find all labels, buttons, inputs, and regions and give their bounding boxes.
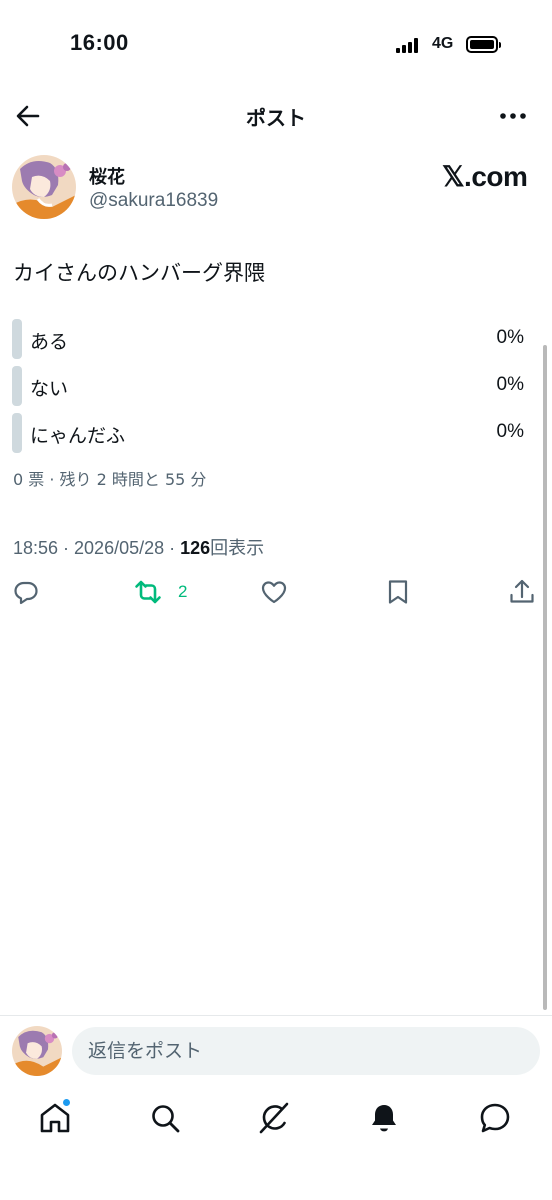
poll-option-label: ない: [30, 378, 69, 400]
reply-icon: [14, 581, 38, 605]
status-bar: 16:00 4G: [0, 0, 552, 90]
battery-icon: [466, 36, 501, 53]
retweet-icon: [135, 580, 161, 604]
views-count: 126: [180, 538, 211, 558]
messages-icon: [480, 1103, 510, 1133]
poll-option-percent: 0%: [496, 421, 524, 442]
reply-button[interactable]: [12, 578, 40, 608]
author-handle[interactable]: @sakura16839: [89, 190, 218, 212]
grok-icon: [259, 1102, 289, 1134]
top-bar: ポスト: [0, 96, 552, 136]
more-icon[interactable]: [496, 100, 530, 132]
page-title: ポスト: [246, 106, 306, 130]
poll-bar: [12, 413, 22, 453]
share-icon: [510, 579, 534, 603]
like-button[interactable]: [260, 578, 288, 608]
author-avatar[interactable]: [12, 155, 76, 219]
status-time: 16:00: [70, 30, 129, 55]
nav-notifications[interactable]: [366, 1100, 402, 1136]
brand-logo: 𝕏.com: [442, 161, 528, 192]
nav-search[interactable]: [147, 1100, 183, 1136]
poll-option-label: ある: [30, 331, 69, 353]
author-display-name[interactable]: 桜花: [89, 163, 125, 189]
poll-option[interactable]: ある 0%: [12, 319, 524, 359]
poll-option-label: にゃんだふ: [30, 425, 126, 447]
reply-input[interactable]: [72, 1027, 540, 1075]
back-arrow-icon[interactable]: [12, 100, 44, 132]
scrollbar[interactable]: [543, 345, 547, 1010]
my-avatar[interactable]: [12, 1026, 62, 1076]
bookmark-icon: [388, 580, 408, 604]
home-notification-dot: [62, 1098, 71, 1107]
views-label: 回表示: [210, 538, 265, 558]
network-type: 4G: [432, 35, 454, 52]
poll-option[interactable]: にゃんだふ 0%: [12, 413, 524, 453]
poll-option[interactable]: ない 0%: [12, 366, 524, 406]
nav-messages[interactable]: [477, 1100, 513, 1136]
poll-bar: [12, 319, 22, 359]
share-button[interactable]: [508, 578, 536, 608]
bell-icon: [372, 1105, 396, 1132]
poll-meta: 0 票 · 残り 2 時間と 55 分: [13, 470, 207, 489]
retweet-count: 2: [178, 582, 188, 601]
bookmark-button[interactable]: [384, 578, 412, 608]
poll-option-percent: 0%: [496, 327, 524, 348]
like-icon: [261, 581, 287, 604]
divider: [0, 1015, 552, 1016]
search-icon: [152, 1105, 180, 1133]
nav-grok[interactable]: [256, 1100, 292, 1136]
poll-bar: [12, 366, 22, 406]
post-time-date: 18:56 · 2026/05/28 ·: [13, 538, 181, 558]
post-timestamp-views: 18:56 · 2026/05/28 · 126回表示: [13, 534, 264, 560]
poll-option-percent: 0%: [496, 374, 524, 395]
post-text: カイさんのハンバーグ界隈: [13, 261, 265, 285]
signal-icon: [396, 37, 422, 53]
retweet-button[interactable]: 2: [134, 578, 214, 608]
